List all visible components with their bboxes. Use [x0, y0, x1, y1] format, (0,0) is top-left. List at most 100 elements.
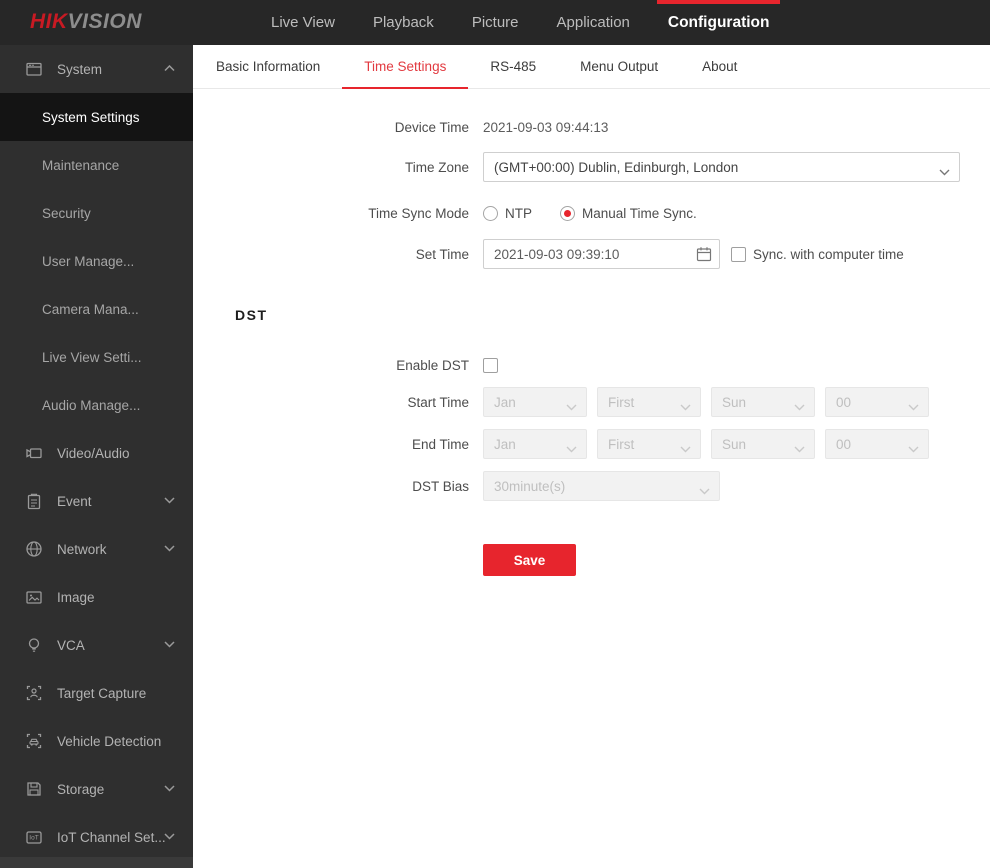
save-button[interactable]: Save	[483, 544, 576, 576]
device-time-value: 2021-09-03 09:44:13	[483, 119, 609, 135]
sidebar-item-system[interactable]: System	[0, 45, 193, 93]
chevron-down-icon	[680, 441, 691, 456]
sidebar-item-label: System Settings	[42, 109, 140, 125]
tab-time-settings[interactable]: Time Settings	[342, 45, 469, 89]
dst-section-title: DST	[235, 307, 268, 323]
nav-configuration[interactable]: Configuration	[649, 0, 789, 45]
sidebar-item-iot-channel-settings[interactable]: IoT IoT Channel Set...	[0, 813, 193, 861]
sidebar-item-label: Live View Setti...	[42, 349, 142, 365]
svg-text:IoT: IoT	[29, 835, 38, 842]
end-week-select: First	[597, 429, 701, 459]
sidebar-item-vca[interactable]: VCA	[0, 621, 193, 669]
sidebar-item-security[interactable]: Security	[0, 189, 193, 237]
time-zone-row: Time Zone (GMT+00:00) Dublin, Edinburgh,…	[193, 152, 990, 182]
sidebar-item-label: Security	[42, 205, 91, 221]
sidebar-item-audio-management[interactable]: Audio Manage...	[0, 381, 193, 429]
nav-playback[interactable]: Playback	[354, 0, 453, 45]
sidebar-item-label: IoT Channel Set...	[57, 829, 166, 845]
manual-sync-radio-group: Manual Time Sync.	[560, 205, 697, 221]
manual-time-sync-radio-label: Manual Time Sync.	[582, 205, 697, 221]
chevron-down-icon	[794, 441, 805, 456]
sidebar-item-image[interactable]: Image	[0, 573, 193, 621]
start-month-select: Jan	[483, 387, 587, 417]
event-icon	[25, 492, 43, 510]
enable-dst-label: Enable DST	[396, 357, 469, 373]
sync-with-computer-group: Sync. with computer time	[731, 246, 904, 262]
chevron-down-icon	[566, 399, 577, 414]
end-hour-value: 00	[836, 436, 852, 452]
end-day-value: Sun	[722, 436, 747, 452]
sidebar-item-label: Audio Manage...	[42, 397, 141, 413]
main-nav: Live View Playback Picture Application C…	[252, 0, 788, 45]
chevron-down-icon	[794, 399, 805, 414]
sidebar-item-event[interactable]: Event	[0, 477, 193, 525]
tab-about[interactable]: About	[680, 45, 759, 88]
sidebar: System System Settings Maintenance Secur…	[0, 45, 193, 868]
vca-lightbulb-icon	[25, 636, 43, 654]
set-time-input-wrap	[483, 239, 720, 269]
chevron-down-icon	[164, 641, 175, 648]
dst-bias-value: 30minute(s)	[494, 478, 566, 494]
sidebar-item-live-view-settings[interactable]: Live View Setti...	[0, 333, 193, 381]
iot-channel-icon: IoT	[25, 828, 43, 846]
enable-dst-row: Enable DST	[193, 355, 990, 375]
dst-bias-select: 30minute(s)	[483, 471, 720, 501]
sidebar-item-label: VCA	[57, 637, 85, 653]
start-day-value: Sun	[722, 394, 747, 410]
start-time-label: Start Time	[407, 394, 469, 410]
sidebar-item-maintenance[interactable]: Maintenance	[0, 141, 193, 189]
sidebar-item-system-settings[interactable]: System Settings	[0, 93, 193, 141]
set-time-input[interactable]	[483, 239, 720, 269]
sidebar-item-network[interactable]: Network	[0, 525, 193, 573]
chevron-down-icon	[680, 399, 691, 414]
sidebar-item-user-management[interactable]: User Manage...	[0, 237, 193, 285]
set-time-label: Set Time	[415, 246, 469, 262]
sidebar-item-video-audio[interactable]: Video/Audio	[0, 429, 193, 477]
start-month-value: Jan	[494, 394, 516, 410]
device-time-label: Device Time	[394, 119, 469, 135]
time-settings-panel: Device Time 2021-09-03 09:44:13 Time Zon…	[193, 90, 990, 868]
time-zone-select[interactable]: (GMT+00:00) Dublin, Edinburgh, London	[483, 152, 960, 182]
chevron-down-icon	[164, 545, 175, 552]
tab-rs-485[interactable]: RS-485	[468, 45, 558, 88]
end-month-value: Jan	[494, 436, 516, 452]
ntp-radio-group: NTP	[483, 205, 532, 221]
chevron-down-icon	[164, 785, 175, 792]
end-time-label: End Time	[411, 436, 469, 452]
dst-start-time-row: Start Time Jan First Sun 00	[193, 387, 990, 417]
sidebar-item-vehicle-detection[interactable]: Vehicle Detection	[0, 717, 193, 765]
image-icon	[25, 588, 43, 606]
sidebar-item-label: Network	[57, 541, 107, 557]
ntp-radio-label: NTP	[505, 205, 532, 221]
chevron-down-icon	[699, 483, 710, 498]
sidebar-item-label: Video/Audio	[57, 445, 130, 461]
ntp-radio[interactable]	[483, 205, 498, 221]
chevron-down-icon	[908, 399, 919, 414]
nav-application[interactable]: Application	[538, 0, 649, 45]
time-sync-mode-row: Time Sync Mode NTP Manual Time Sync.	[193, 202, 990, 224]
end-hour-select: 00	[825, 429, 929, 459]
sidebar-next-item-partial	[0, 857, 193, 868]
nav-live-view[interactable]: Live View	[252, 0, 354, 45]
logo-hik: HIK	[30, 10, 68, 33]
sidebar-item-target-capture[interactable]: Target Capture	[0, 669, 193, 717]
chevron-up-icon	[164, 65, 175, 72]
tab-basic-information[interactable]: Basic Information	[194, 45, 342, 88]
chevron-down-icon	[164, 833, 175, 840]
target-capture-icon	[25, 684, 43, 702]
enable-dst-checkbox[interactable]	[483, 357, 498, 373]
end-month-select: Jan	[483, 429, 587, 459]
start-hour-select: 00	[825, 387, 929, 417]
sidebar-item-storage[interactable]: Storage	[0, 765, 193, 813]
tab-menu-output[interactable]: Menu Output	[558, 45, 680, 88]
manual-time-sync-radio[interactable]	[560, 205, 575, 221]
sidebar-item-camera-management[interactable]: Camera Mana...	[0, 285, 193, 333]
system-icon	[25, 60, 43, 78]
chevron-down-icon	[939, 164, 950, 179]
nav-picture[interactable]: Picture	[453, 0, 538, 45]
start-week-select: First	[597, 387, 701, 417]
video-audio-icon	[25, 444, 43, 462]
sync-with-computer-checkbox[interactable]	[731, 246, 746, 262]
end-day-select: Sun	[711, 429, 815, 459]
calendar-icon[interactable]	[696, 246, 712, 267]
